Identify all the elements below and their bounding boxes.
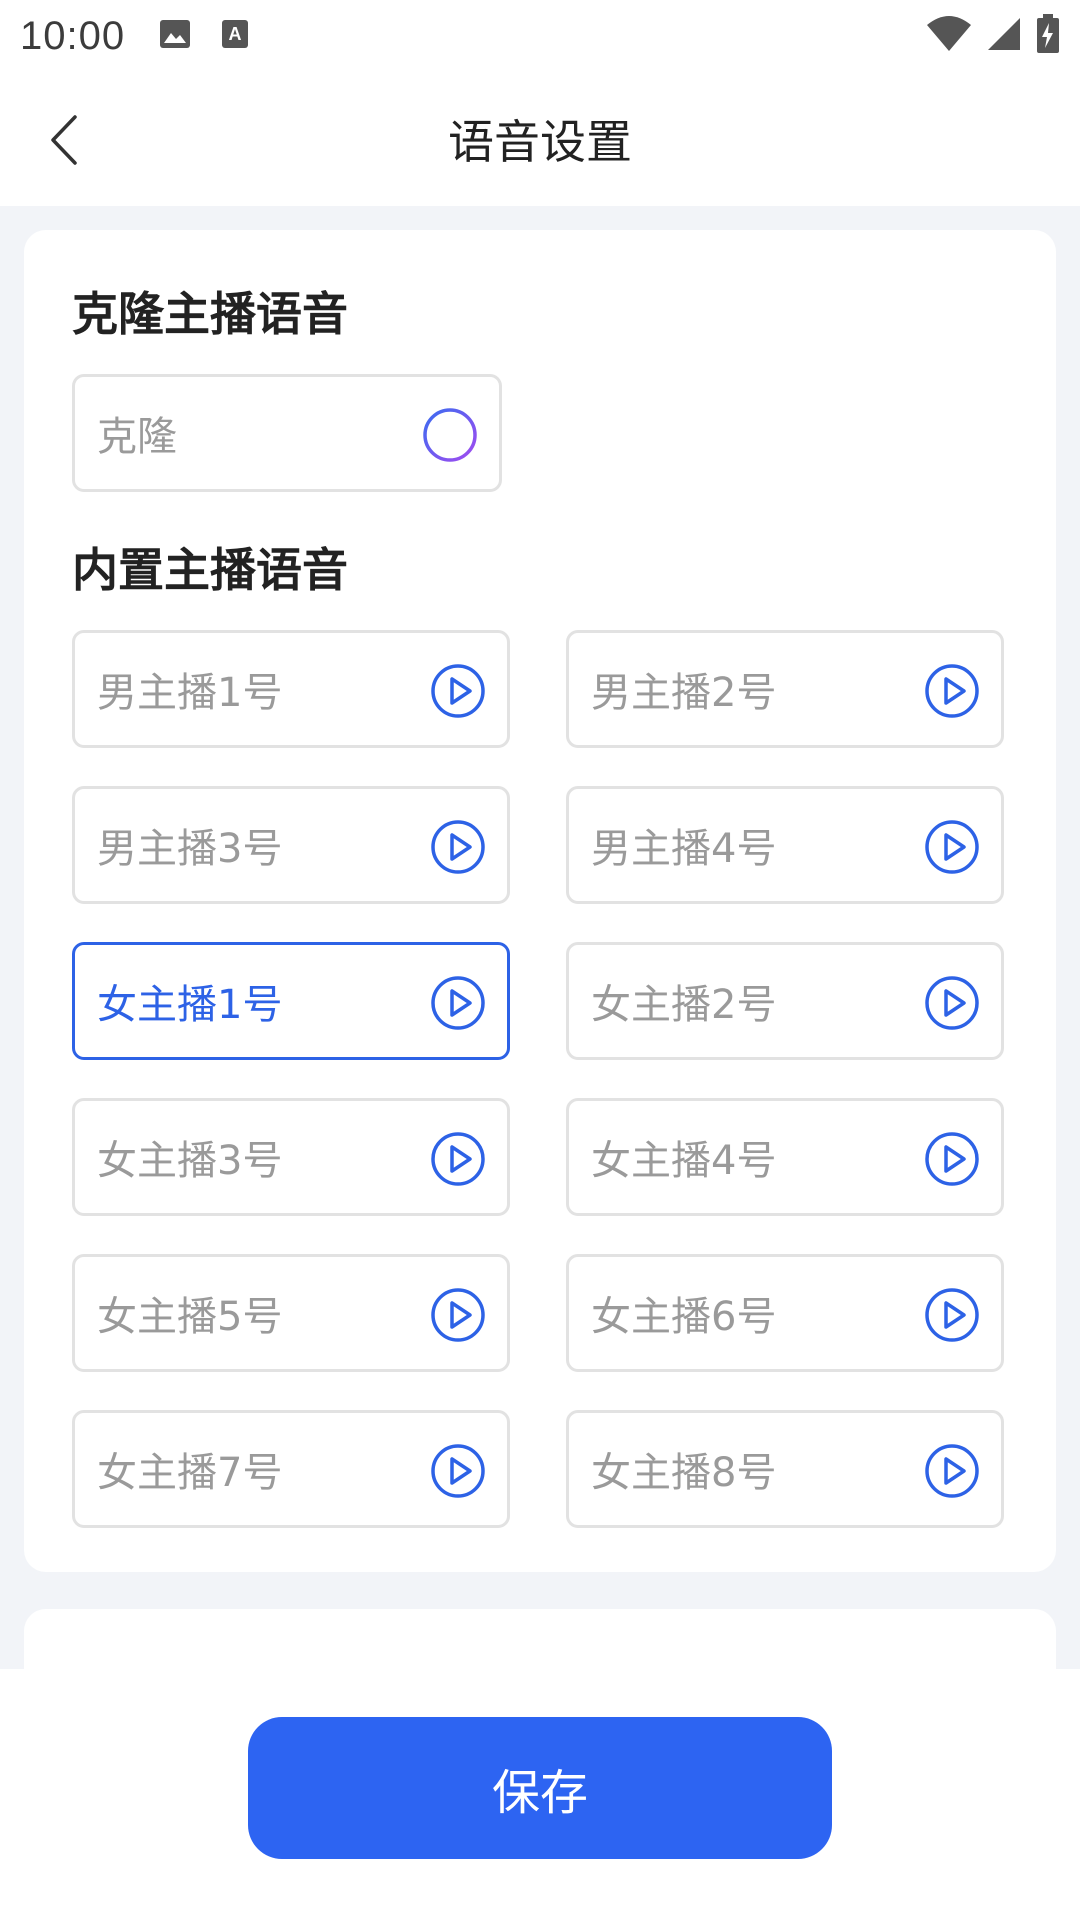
- play-circle-icon[interactable]: [923, 1130, 981, 1188]
- voice-option-label: 女主播8号: [591, 1450, 777, 1496]
- play-circle-icon[interactable]: [429, 974, 487, 1032]
- voice-option[interactable]: 男主播4号: [566, 786, 1004, 904]
- app-bar: 语音设置: [0, 72, 1080, 206]
- voice-option-label: 女主播7号: [97, 1450, 283, 1496]
- play-circle-icon[interactable]: [429, 1442, 487, 1500]
- battery-charging-icon: [1036, 14, 1060, 58]
- voice-option-label: 女主播3号: [97, 1138, 283, 1184]
- back-button[interactable]: [40, 110, 88, 170]
- voice-option[interactable]: 女主播6号: [566, 1254, 1004, 1372]
- play-circle-icon[interactable]: [429, 662, 487, 720]
- play-circle-icon[interactable]: [923, 818, 981, 876]
- voice-option-label: 女主播5号: [97, 1294, 283, 1340]
- voice-option-label: 男主播4号: [591, 826, 777, 872]
- play-circle-icon[interactable]: [923, 1286, 981, 1344]
- voice-option[interactable]: 女主播8号: [566, 1410, 1004, 1528]
- voice-option[interactable]: 女主播2号: [566, 942, 1004, 1060]
- chevron-left-icon: [51, 115, 77, 165]
- status-icons-left: A: [159, 19, 249, 53]
- voice-option[interactable]: 男主播2号: [566, 630, 1004, 748]
- voice-option[interactable]: 女主播3号: [72, 1098, 510, 1216]
- bottom-bar: 保存: [0, 1669, 1080, 1920]
- voice-settings-card: 克隆主播语音 克隆 内置主播语音 男主播1号 男主播2号 男主播3号 男主播4号…: [24, 230, 1056, 1572]
- save-button[interactable]: 保存: [248, 1717, 832, 1859]
- builtin-section-title: 内置主播语音: [72, 543, 348, 597]
- voice-option[interactable]: 女主播4号: [566, 1098, 1004, 1216]
- status-time: 10:00: [20, 13, 126, 58]
- signal-icon: [986, 16, 1022, 56]
- svg-text:A: A: [229, 24, 242, 44]
- voice-option-label: 女主播1号: [97, 982, 283, 1028]
- text-a-icon: A: [221, 19, 249, 53]
- play-circle-icon[interactable]: [923, 1442, 981, 1500]
- play-circle-icon[interactable]: [429, 1286, 487, 1344]
- next-settings-card: [24, 1609, 1056, 1669]
- page-title: 语音设置: [448, 115, 632, 169]
- play-circle-icon[interactable]: [923, 974, 981, 1032]
- voice-option[interactable]: 女主播7号: [72, 1410, 510, 1528]
- plus-circle-icon: [421, 406, 479, 464]
- voice-option-label: 男主播2号: [591, 670, 777, 716]
- play-circle-icon[interactable]: [923, 662, 981, 720]
- voice-option[interactable]: 女主播5号: [72, 1254, 510, 1372]
- status-icons-right: [926, 14, 1060, 58]
- clone-voice-button[interactable]: 克隆: [72, 374, 502, 492]
- voice-option-label: 女主播2号: [591, 982, 777, 1028]
- voice-option-label: 女主播4号: [591, 1138, 777, 1184]
- voice-option-label: 男主播1号: [97, 670, 283, 716]
- voice-option[interactable]: 男主播3号: [72, 786, 510, 904]
- voice-option-label: 男主播3号: [97, 826, 283, 872]
- wifi-icon: [926, 15, 972, 57]
- clone-section-title: 克隆主播语音: [72, 287, 348, 341]
- content-scroll[interactable]: 克隆主播语音 克隆 内置主播语音 男主播1号 男主播2号 男主播3号 男主播4号…: [0, 206, 1080, 1669]
- play-circle-icon[interactable]: [429, 818, 487, 876]
- clone-voice-label: 克隆: [97, 414, 177, 460]
- play-circle-icon[interactable]: [429, 1130, 487, 1188]
- voice-option-label: 女主播6号: [591, 1294, 777, 1340]
- voice-option[interactable]: 女主播1号: [72, 942, 510, 1060]
- status-bar: 10:00 A: [0, 0, 1080, 72]
- image-icon: [159, 19, 191, 53]
- voice-option[interactable]: 男主播1号: [72, 630, 510, 748]
